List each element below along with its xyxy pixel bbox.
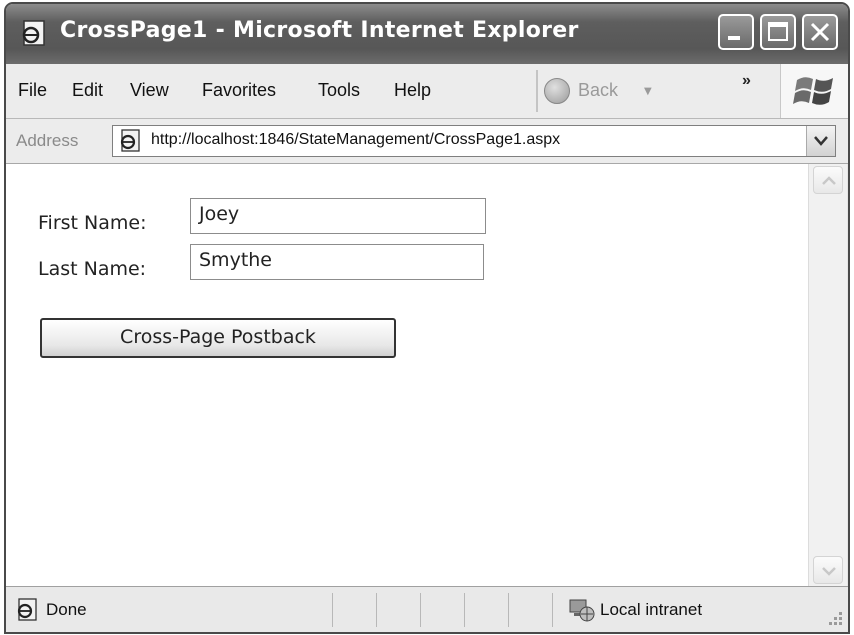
windows-logo-icon (793, 77, 833, 105)
chevron-down-icon (822, 567, 836, 576)
browser-window: CrossPage1 - Microsoft Internet Explorer… (4, 2, 850, 634)
ie-page-icon (120, 129, 140, 152)
back-arrow-icon (544, 78, 570, 104)
status-bar: Done Local intranet (6, 586, 848, 632)
ie-page-icon (22, 20, 45, 46)
last-name-input[interactable]: Smythe (190, 244, 484, 280)
status-divider (508, 593, 509, 627)
cross-page-postback-button[interactable]: Cross-Page Postback (40, 318, 396, 358)
vertical-scrollbar[interactable] (808, 164, 847, 586)
status-divider (376, 593, 377, 627)
menu-tools[interactable]: Tools (318, 80, 360, 101)
close-button[interactable] (802, 14, 838, 50)
first-name-label: First Name: (38, 212, 147, 234)
last-name-label: Last Name: (38, 258, 147, 280)
menu-favorites[interactable]: Favorites (202, 80, 276, 101)
window-title: CrossPage1 - Microsoft Internet Explorer (60, 18, 579, 43)
menu-bar: File Edit View Favorites Tools Help Back… (6, 64, 848, 119)
menu-separator (536, 70, 538, 112)
menu-file[interactable]: File (18, 80, 47, 101)
minimize-icon (728, 36, 740, 40)
page-content: First Name: Joey Last Name: Smythe Cross… (6, 164, 808, 586)
windows-logo-box (780, 64, 848, 118)
minimize-button[interactable] (718, 14, 754, 50)
security-zone-label: Local intranet (600, 600, 703, 619)
menu-view[interactable]: View (130, 80, 169, 101)
address-url: http://localhost:1846/StateManagement/Cr… (151, 131, 561, 148)
close-icon (810, 22, 830, 42)
status-divider (464, 593, 465, 627)
back-dropdown-icon[interactable]: ▼ (644, 86, 652, 97)
menu-help[interactable]: Help (394, 80, 431, 101)
status-divider (552, 593, 553, 627)
maximize-button[interactable] (760, 14, 796, 50)
chevron-down-icon (814, 136, 828, 146)
address-input[interactable]: http://localhost:1846/StateManagement/Cr… (112, 125, 836, 157)
address-label: Address (16, 131, 79, 150)
scroll-up-button[interactable] (813, 166, 843, 194)
status-divider (420, 593, 421, 627)
menu-edit[interactable]: Edit (72, 80, 103, 101)
title-bar[interactable]: CrossPage1 - Microsoft Internet Explorer (6, 4, 848, 64)
resize-grip-icon[interactable] (824, 609, 844, 629)
maximize-icon (768, 22, 788, 41)
toolbar-more-chevron[interactable]: » (742, 72, 751, 90)
scroll-down-button[interactable] (813, 556, 843, 584)
first-name-input[interactable]: Joey (190, 198, 486, 234)
status-divider (332, 593, 333, 627)
address-dropdown-button[interactable] (806, 126, 835, 156)
chevron-up-icon (822, 176, 836, 185)
ie-page-icon (17, 598, 37, 621)
status-text: Done (46, 600, 87, 619)
intranet-icon (569, 599, 595, 622)
address-bar: Address http://localhost:1846/StateManag… (6, 119, 848, 164)
back-label: Back (578, 80, 619, 100)
